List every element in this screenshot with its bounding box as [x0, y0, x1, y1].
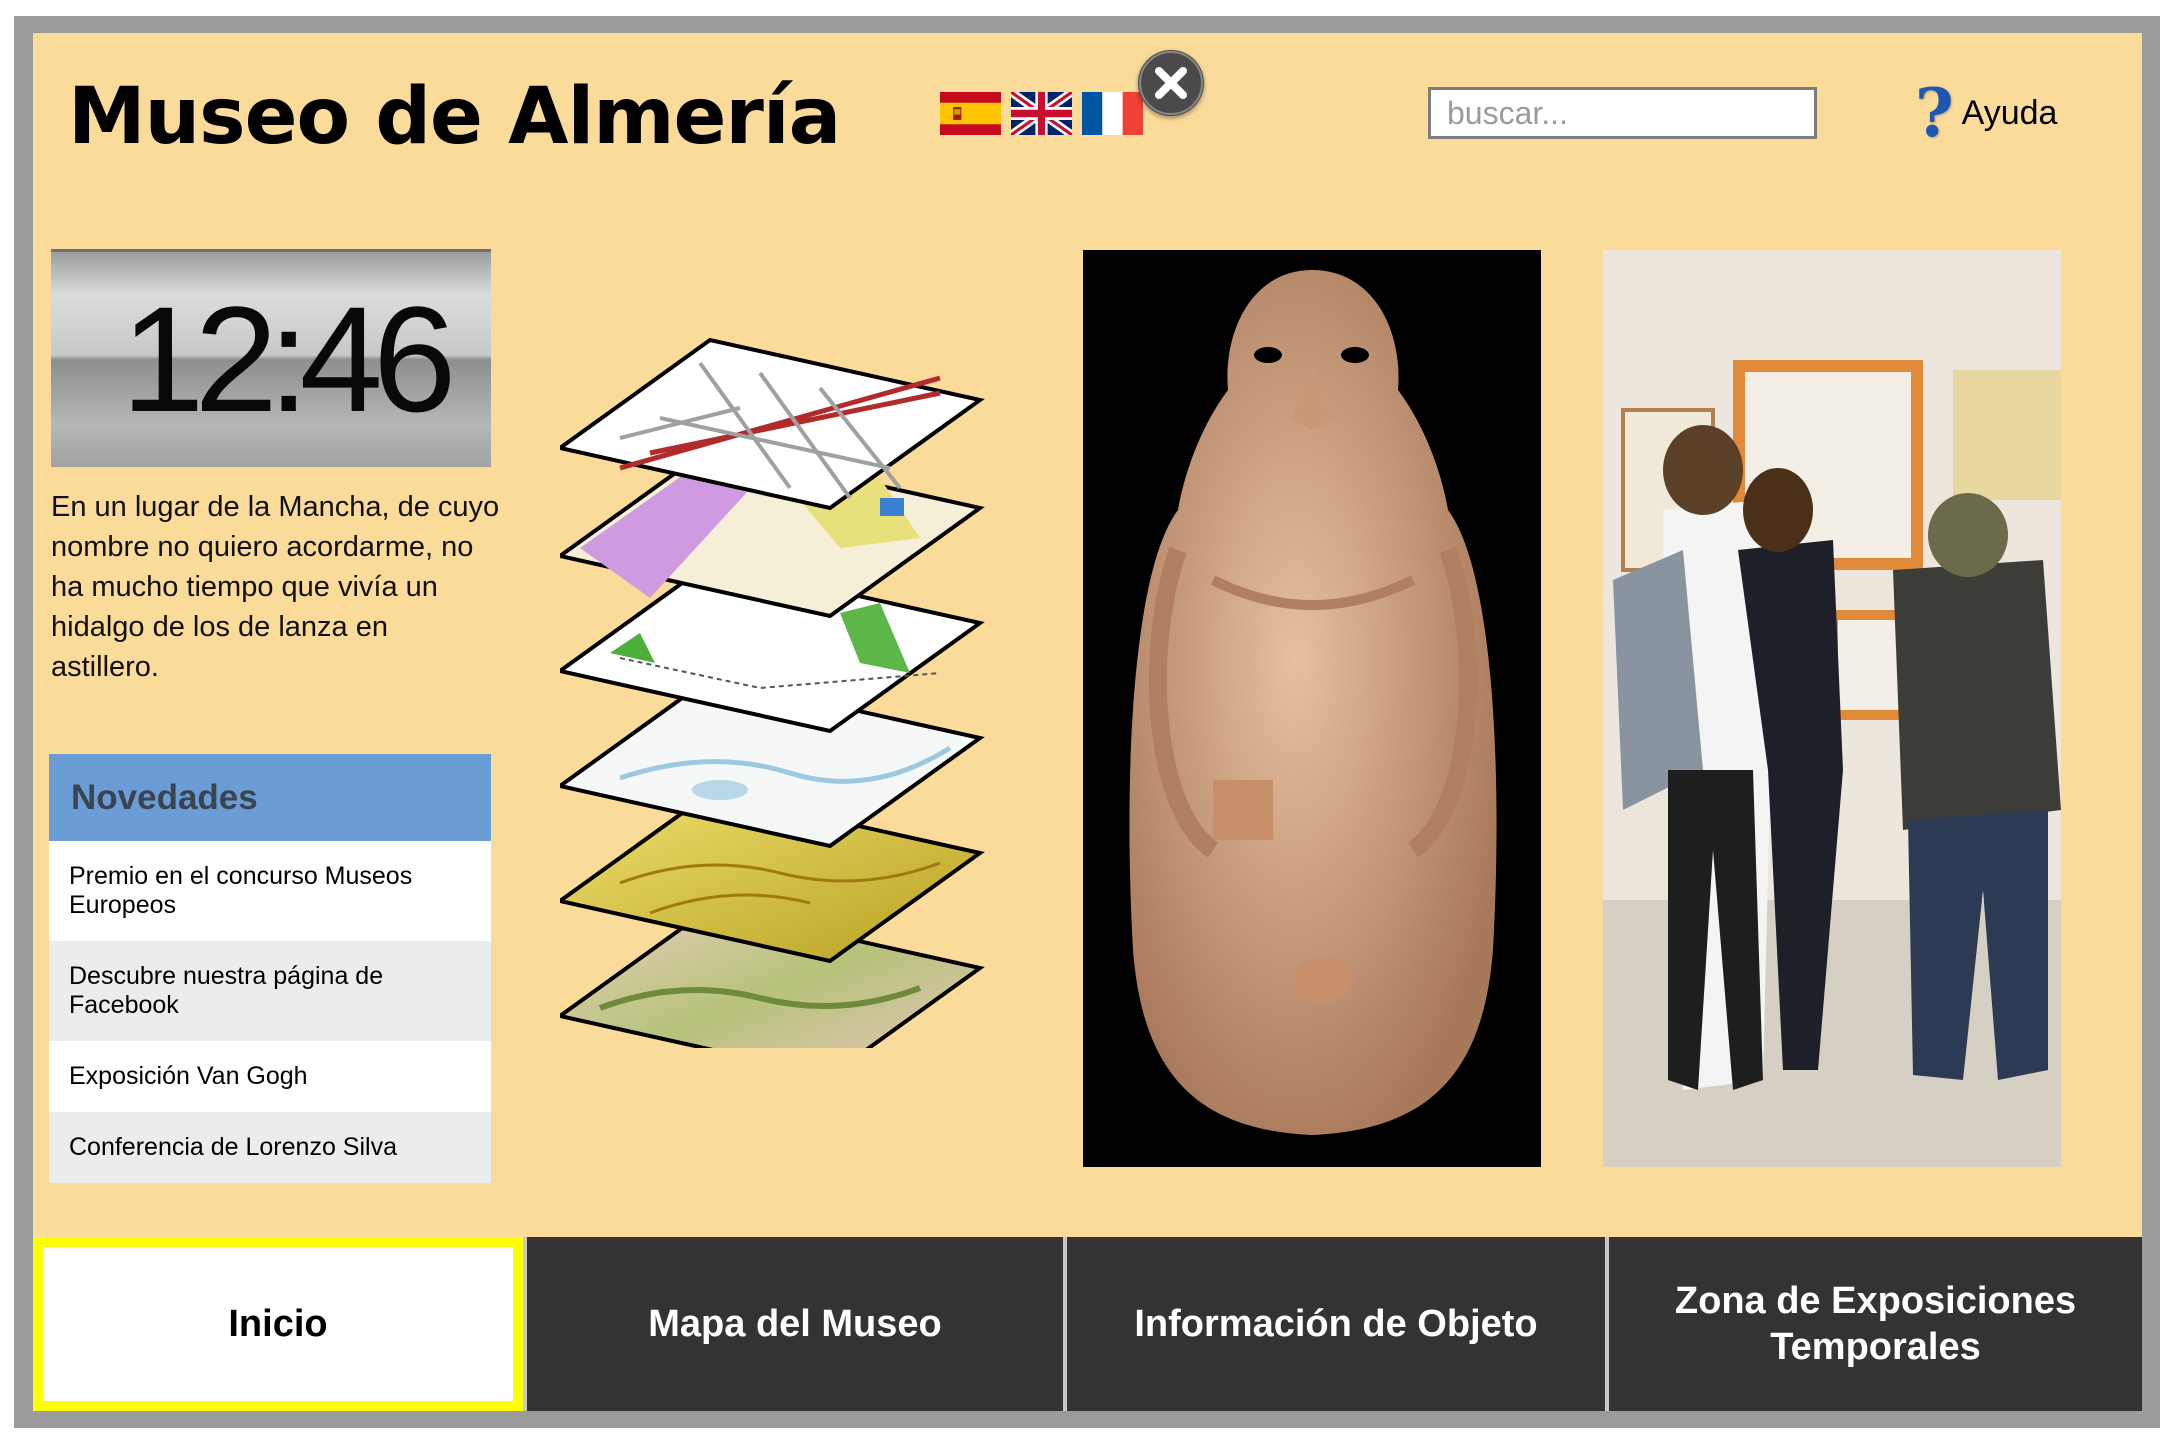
news-item[interactable]: Descubre nuestra página de Facebook	[49, 941, 491, 1041]
tab-mapa-del-museo[interactable]: Mapa del Museo	[523, 1237, 1063, 1411]
intro-text: En un lugar de la Mancha, de cuyo nombre…	[51, 491, 500, 683]
spain-flag-icon[interactable]	[940, 92, 1001, 135]
help-button[interactable]: ? Ayuda	[1915, 78, 2057, 148]
tab-informacion-de-objeto[interactable]: Información de Objeto	[1063, 1237, 1605, 1411]
news-panel: Novedades Premio en el concurso Museos E…	[49, 754, 491, 1183]
clock-widget: 12:46	[51, 249, 491, 467]
artifact-photo[interactable]	[1083, 250, 1541, 1167]
news-item[interactable]: Exposición Van Gogh	[49, 1041, 491, 1112]
tab-zona-de-exposiciones-temporales[interactable]: Zona de Exposiciones Temporales	[1605, 1237, 2142, 1411]
news-header: Novedades	[49, 754, 491, 841]
news-item[interactable]: Premio en el concurso Museos Europeos	[49, 841, 491, 941]
clock-time: 12:46	[121, 275, 456, 443]
close-button[interactable]	[1138, 50, 1204, 116]
bottom-nav: Inicio Mapa del Museo Información de Obj…	[33, 1237, 2142, 1411]
news-item[interactable]: Conferencia de Lorenzo Silva	[49, 1112, 491, 1183]
close-icon	[1139, 51, 1203, 115]
uk-flag-icon[interactable]	[1011, 92, 1072, 135]
page-title: Museo de Almería	[68, 72, 841, 162]
help-icon: ?	[1915, 74, 1954, 152]
tab-inicio[interactable]: Inicio	[33, 1237, 523, 1411]
france-flag-icon[interactable]	[1082, 92, 1143, 135]
news-title: Novedades	[71, 777, 258, 817]
exhibition-visitors-photo[interactable]	[1603, 250, 2061, 1167]
map-layers-image[interactable]	[560, 248, 990, 1048]
help-label: Ayuda	[1961, 93, 2058, 132]
search-input[interactable]	[1428, 87, 1817, 139]
